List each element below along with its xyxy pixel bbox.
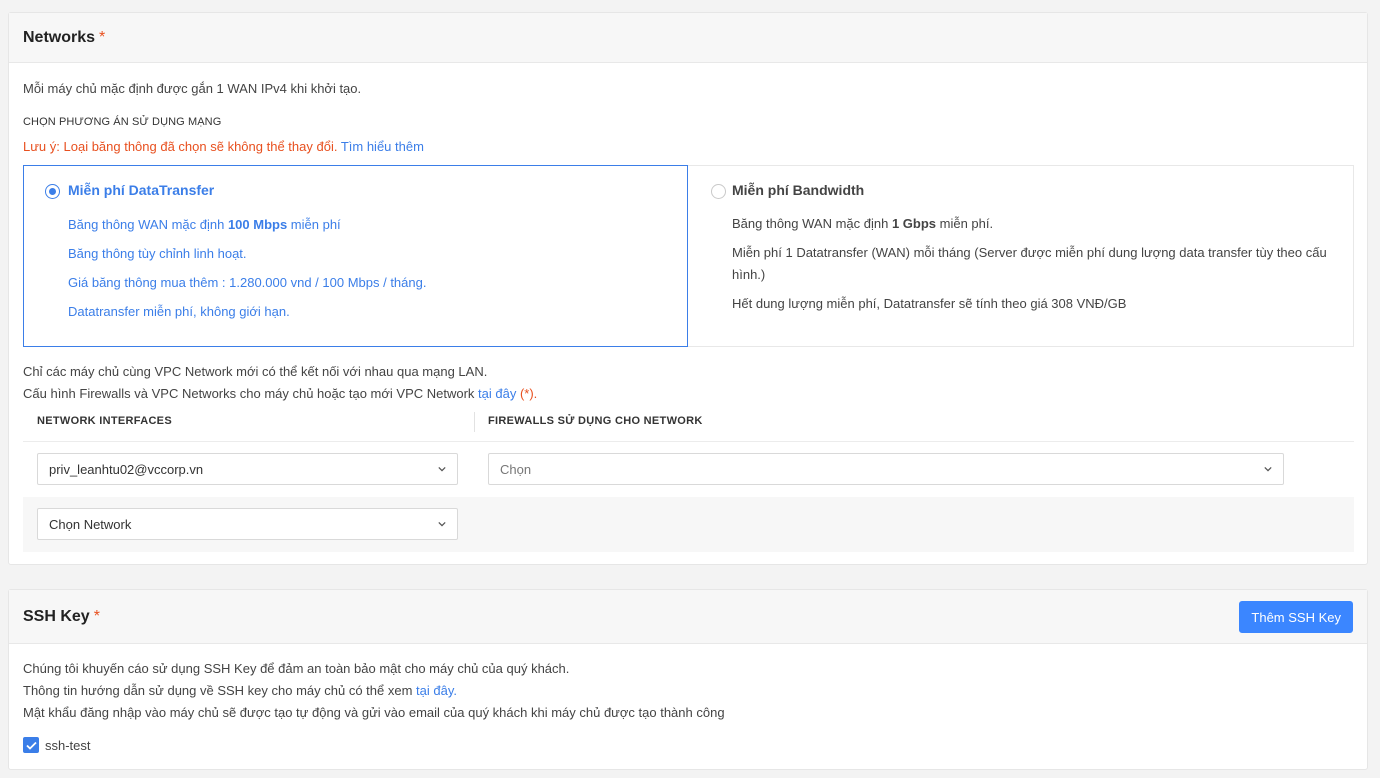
ssh-key-item[interactable]: ssh-test <box>23 736 223 754</box>
ssh-line1: Chúng tôi khuyến cáo sử dụng SSH Key để … <box>23 661 570 676</box>
warning-text: Lưu ý: Loại băng thông đã chọn sẽ không … <box>23 139 338 154</box>
choose-network-select[interactable]: Chọn Network <box>37 508 458 540</box>
firewall-placeholder: Chọn <box>500 461 532 477</box>
vpc-note: Chỉ các máy chủ cùng VPC Network mới có … <box>23 364 488 379</box>
option-datatransfer-line4: Datatransfer miễn phí, không giới hạn. <box>68 304 290 319</box>
option-datatransfer-title: Miễn phí DataTransfer <box>68 182 215 198</box>
networks-title: Networks <box>23 28 96 46</box>
ssh-line2: Thông tin hướng dẫn sử dụng về SSH key c… <box>23 683 457 698</box>
radio-bandwidth[interactable] <box>711 184 726 199</box>
option-datatransfer[interactable]: Miễn phí DataTransfer Băng thông WAN mặc… <box>23 165 688 347</box>
choose-network-placeholder: Chọn Network <box>49 516 132 532</box>
option-datatransfer-line2: Băng thông tùy chỉnh linh hoạt. <box>68 246 247 261</box>
ssh-header: SSH Key * Thêm SSH Key <box>9 590 1367 644</box>
column-divider <box>474 412 475 432</box>
networks-intro: Mỗi máy chủ mặc định được gắn 1 WAN IPv4… <box>23 81 362 96</box>
ssh-key-name: ssh-test <box>45 738 91 753</box>
required-mark: * <box>99 28 106 46</box>
ssh-card: SSH Key * Thêm SSH Key Chúng tôi khuyến … <box>8 589 1368 770</box>
chevron-down-icon <box>438 466 446 472</box>
option-bandwidth-title: Miễn phí Bandwidth <box>732 182 865 198</box>
config-star: (*). <box>519 386 538 401</box>
required-mark: * <box>93 607 100 625</box>
option-datatransfer-line1: Băng thông WAN mặc định 100 Mbps miễn ph… <box>68 217 341 232</box>
radio-datatransfer[interactable] <box>45 184 60 199</box>
networks-card: Networks * Mỗi máy chủ mặc định được gắn… <box>8 12 1368 565</box>
option-bandwidth[interactable]: Miễn phí Bandwidth Băng thông WAN mặc đị… <box>688 165 1354 347</box>
learn-more-link[interactable]: Tìm hiểu thêm <box>341 139 424 154</box>
bandwidth-warning: Lưu ý: Loại băng thông đã chọn sẽ không … <box>23 139 424 154</box>
ssh-line3: Mật khẩu đăng nhập vào máy chủ sẽ được t… <box>23 705 725 720</box>
option-bandwidth-line2a: Miễn phí 1 Datatransfer (WAN) mỗi tháng … <box>732 245 1327 260</box>
add-ssh-key-button[interactable]: Thêm SSH Key <box>1239 601 1353 633</box>
check-icon <box>25 741 37 750</box>
choose-network-label: CHỌN PHƯƠNG ÁN SỬ DỤNG MẠNG <box>23 116 222 128</box>
option-datatransfer-line3: Giá băng thông mua thêm : 1.280.000 vnd … <box>68 275 427 290</box>
ssh-guide-link[interactable]: tại đây. <box>416 683 457 698</box>
option-bandwidth-line2b: hình.) <box>732 267 766 282</box>
option-bandwidth-line1: Băng thông WAN mặc định 1 Gbps miễn phí. <box>732 216 994 231</box>
chevron-down-icon <box>1264 466 1272 472</box>
firewall-select[interactable]: Chọn <box>488 453 1284 485</box>
network-interface-value: priv_leanhtu02@vccorp.vn <box>49 461 204 477</box>
ssh-title: SSH Key <box>23 607 90 625</box>
networks-header: Networks * <box>9 13 1367 63</box>
chevron-down-icon <box>438 521 446 527</box>
ssh-key-checkbox[interactable] <box>23 737 39 753</box>
network-interface-select[interactable]: priv_leanhtu02@vccorp.vn <box>37 453 458 485</box>
col-network-interfaces: NETWORK INTERFACES <box>37 415 172 427</box>
header-divider <box>23 441 1354 442</box>
config-link[interactable]: tại đây <box>478 386 516 401</box>
option-bandwidth-line3: Hết dung lượng miễn phí, Datatransfer sẽ… <box>732 296 1127 311</box>
config-note: Cấu hình Firewalls và VPC Networks cho m… <box>23 386 538 401</box>
col-firewalls: FIREWALLS SỬ DỤNG CHO NETWORK <box>488 415 703 427</box>
